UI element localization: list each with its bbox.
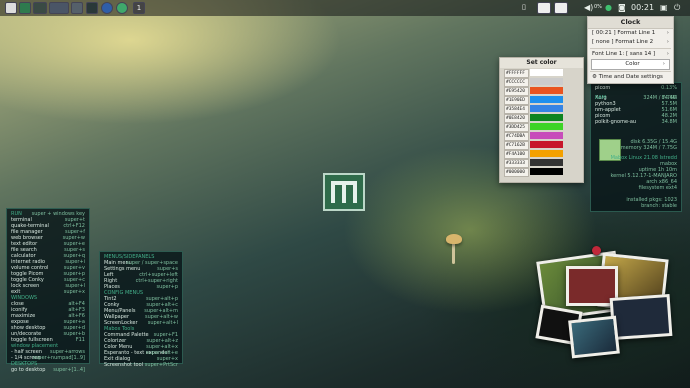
photo-thumbnail: [568, 315, 620, 359]
color-option[interactable]: #E95420: [500, 86, 583, 96]
set-color-title: Set color: [500, 58, 583, 68]
conky-system-monitor: picom 0.13% Xorg 84.4M python3 57.5M nm-applet…: [590, 82, 682, 212]
app-window-icon[interactable]: [49, 2, 69, 14]
shortcut-row: Screenshot tool super+PrtScr: [104, 362, 178, 368]
clock-time[interactable]: 00:21: [631, 3, 654, 12]
color-swatch[interactable]: [530, 159, 563, 166]
memory-usage: memory 324M / 7.75G: [620, 145, 677, 151]
format-line-2[interactable]: [ none ] Format Line 2 ›: [588, 38, 673, 47]
filesystem: filesystem ext4: [638, 185, 677, 191]
tray-icon[interactable]: ▯: [522, 2, 534, 14]
app-window-icon[interactable]: [33, 2, 47, 14]
terminal-icon[interactable]: [86, 2, 98, 14]
gear-icon: ⚙: [592, 74, 599, 80]
separator: [590, 71, 671, 72]
color-option[interactable]: #C74DBA: [500, 131, 583, 141]
color-option[interactable]: #FFFFFF: [500, 68, 583, 78]
app-window-icon[interactable]: [71, 2, 83, 14]
screen-icon[interactable]: [537, 2, 551, 14]
separator: [590, 48, 671, 49]
workspace-button[interactable]: 1: [133, 2, 145, 14]
power-icon[interactable]: ⏻: [674, 3, 680, 13]
color-swatch[interactable]: [530, 150, 563, 157]
color-swatch[interactable]: [530, 96, 563, 103]
ram-value: 324M / 7.75G: [643, 95, 677, 101]
color-swatch[interactable]: [530, 114, 563, 121]
color-swatch[interactable]: [530, 168, 563, 175]
clock-popup: Clock [ 00:21 ] Format Line 1 › [ none ] …: [587, 16, 674, 84]
color-option[interactable]: #0E8420: [500, 113, 583, 123]
process-row: polkit-gnome-au 34.8M: [595, 119, 677, 125]
browser-icon[interactable]: [101, 2, 113, 14]
color-swatch[interactable]: [530, 69, 563, 76]
menu-launcher-icon[interactable]: [5, 2, 17, 14]
color-option[interactable]: #333333: [500, 158, 583, 168]
color-hex: #000000: [504, 168, 529, 177]
shortcuts-panel: RUN super + windows key terminal super+t qua…: [6, 208, 90, 373]
app-icon[interactable]: [116, 2, 128, 14]
format-line-1[interactable]: [ 00:21 ] Format Line 1 ›: [588, 29, 673, 38]
volume-icon[interactable]: ◀): [584, 3, 593, 12]
shortcut-row: go to desktop super+[1..4]: [11, 367, 85, 373]
top-panel: 1 ▯ ◀) 0% ● ◙ 00:21 ▣ ⏻: [0, 0, 690, 16]
window-icon[interactable]: [554, 2, 568, 14]
ram-label: RAM: [595, 95, 607, 101]
photo-thumbnail: [609, 293, 673, 341]
time-date-settings[interactable]: ⚙ Time and Date settings: [588, 73, 673, 82]
mushroom-cap: [446, 234, 462, 244]
color-swatch[interactable]: [530, 78, 563, 85]
color-swatch[interactable]: [530, 132, 563, 139]
color-swatch[interactable]: [530, 123, 563, 130]
clock-title: Clock: [588, 17, 673, 29]
mabox-logo-icon[interactable]: [19, 2, 31, 14]
notifications-icon[interactable]: ▣: [660, 3, 668, 12]
pin-icon: [592, 246, 601, 255]
color-option[interactable]: #CCCCCC: [500, 77, 583, 87]
color-swatch[interactable]: [530, 141, 563, 148]
process-row: picom 0.13%: [595, 85, 677, 91]
mabox-logo: [323, 173, 365, 211]
color-swatch[interactable]: [530, 87, 563, 94]
color-menu-item[interactable]: Color ›: [591, 59, 670, 70]
color-option[interactable]: #1E90ED: [500, 95, 583, 105]
branch: branch: stable: [641, 203, 677, 209]
color-option[interactable]: #F4A100: [500, 149, 583, 159]
mushroom-stem: [452, 242, 455, 264]
color-option[interactable]: #3DD425: [500, 122, 583, 132]
color-option[interactable]: #000000: [500, 167, 583, 177]
network-icon[interactable]: ●: [605, 3, 612, 12]
font-line-1[interactable]: Font Line 1: [ sans 14 ] ›: [588, 50, 673, 59]
color-option[interactable]: #C7162B: [500, 140, 583, 150]
menus-panel: MENUS/SIDEPANELS Main menu super / super+s…: [99, 251, 183, 368]
battery-text: 0%: [594, 4, 602, 10]
color-option[interactable]: #3584E4: [500, 104, 583, 114]
camera-icon[interactable]: ◙: [618, 3, 626, 12]
set-color-popup: Set color #FFFFFF #CCCCCC #E95420 #1E90ED #3…: [499, 57, 584, 183]
color-swatch[interactable]: [530, 105, 563, 112]
